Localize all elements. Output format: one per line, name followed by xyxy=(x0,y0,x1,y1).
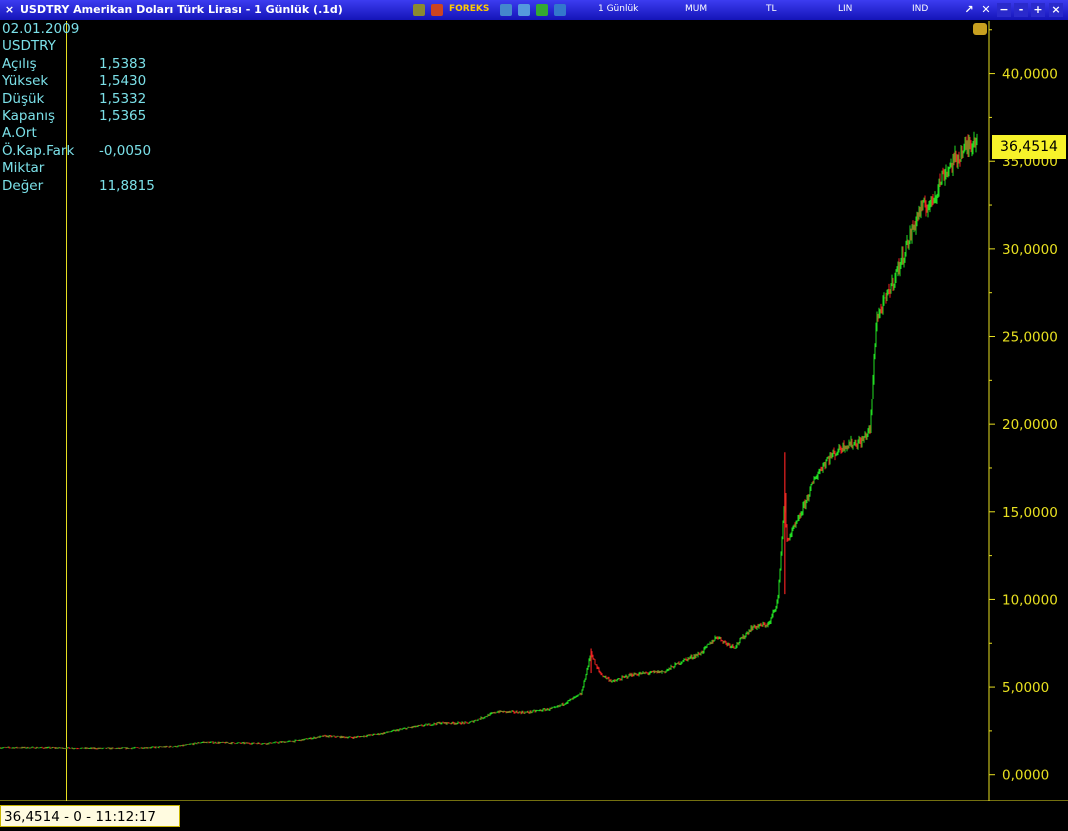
info-low-label: Düşük xyxy=(2,90,45,107)
info-value-value: 11,8815 xyxy=(99,177,155,194)
y-tick-label: 15,0000 xyxy=(1002,505,1058,521)
y-tick-label: 5,0000 xyxy=(1002,680,1049,696)
info-high-label: Yüksek xyxy=(2,73,49,90)
info-value-label: Değer xyxy=(2,177,44,194)
y-tick-label: 20,0000 xyxy=(1002,417,1058,433)
info-date: 02.01.2009 xyxy=(2,21,80,37)
info-high-value: 1,5430 xyxy=(99,73,147,90)
y-tick-label: 40,0000 xyxy=(1002,67,1058,83)
info-close-label: Kapanış xyxy=(2,107,56,124)
info-symbol: USDTRY xyxy=(2,38,56,55)
y-tick-label: 30,0000 xyxy=(1002,242,1058,258)
info-volume-label: Miktar xyxy=(2,160,45,177)
info-change-value: -0,0050 xyxy=(99,142,152,159)
chart-menu-button[interactable] xyxy=(973,23,987,35)
y-tick-label: 0,0000 xyxy=(1002,768,1049,784)
y-tick-label: 10,0000 xyxy=(1002,592,1058,608)
info-low-value: 1,5332 xyxy=(99,90,147,107)
info-open-value: 1,5383 xyxy=(99,55,147,72)
status-readout: 36,4514 - 0 - 11:12:17 xyxy=(0,805,180,827)
info-avg-label: A.Ort xyxy=(2,125,37,142)
info-open-label: Açılış xyxy=(2,55,37,72)
info-change-label: Ö.Kap.Fark xyxy=(2,142,75,159)
chart-window: × USDTRY Amerikan Doları Türk Lirası - 1… xyxy=(0,0,1068,831)
y-tick-label: 25,0000 xyxy=(1002,330,1058,346)
last-price-label: 36,4514 xyxy=(992,135,1066,159)
ohlc-info-panel: 02.01.2009 USDTRY Açılış 1,5383 Yüksek 1,5… xyxy=(2,21,182,195)
bottom-bar: 36,4514 - 0 - 11:12:17 xyxy=(0,801,1068,831)
info-close-value: 1,5365 xyxy=(99,107,147,124)
